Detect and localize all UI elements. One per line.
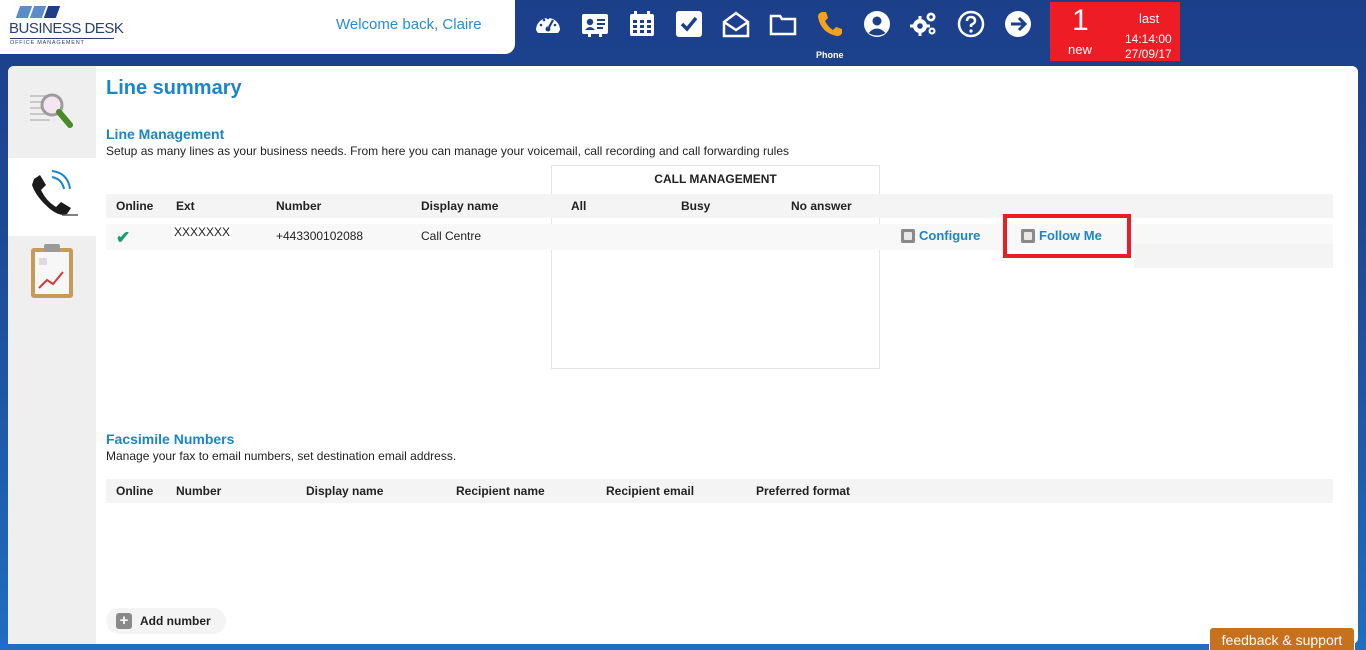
column-header: Number	[176, 484, 222, 498]
configure-label: Configure	[919, 228, 981, 243]
online-check-icon: ✔	[116, 228, 131, 247]
help-icon[interactable]	[953, 6, 989, 42]
column-header: Recipient email	[606, 484, 695, 498]
report-icon	[27, 242, 77, 305]
column-header: Online	[116, 199, 154, 213]
sidebar-item-reports[interactable]	[8, 234, 96, 312]
phone-icon	[22, 165, 82, 230]
feedback-support-button[interactable]: feedback & support	[1209, 627, 1355, 650]
notification-count-label: new	[1068, 42, 1092, 57]
line-table-header: Online Ext Number Display name All Busy …	[106, 194, 1333, 218]
column-header: Recipient name	[456, 484, 545, 498]
welcome-message: Welcome back, Claire	[336, 16, 482, 33]
configure-icon	[901, 228, 915, 243]
display-name-value: Call Centre	[421, 229, 482, 243]
follow-me-highlight	[1003, 214, 1131, 258]
logo-panel: BUSINESS DESK OFFICE MANAGEMENT Welcome …	[0, 0, 515, 54]
configure-button[interactable]: Configure	[901, 228, 980, 243]
notification-count: 1	[1072, 4, 1089, 37]
line-management-description: Setup as many lines as your business nee…	[106, 144, 790, 158]
active-nav-label: Phone	[816, 50, 844, 60]
contacts-icon[interactable]	[577, 6, 613, 42]
call-management-title: CALL MANAGEMENT	[654, 172, 777, 186]
notification-last-label: last	[1139, 11, 1160, 26]
dashboard-icon[interactable]	[530, 6, 566, 42]
mail-icon[interactable]	[718, 6, 754, 42]
notification-panel[interactable]: 1 new last 14:14:00 27/09/17	[1050, 2, 1180, 61]
logo-subtitle: OFFICE MANAGEMENT	[10, 38, 114, 46]
fax-title: Facsimile Numbers	[106, 431, 235, 447]
sidebar	[8, 66, 96, 644]
sidebar-item-phone[interactable]	[8, 158, 96, 236]
column-header: Display name	[421, 199, 499, 213]
ext-value: XXXXXXX	[172, 225, 233, 239]
search-icon	[22, 81, 82, 146]
calendar-icon[interactable]	[624, 6, 660, 42]
column-header: Preferred format	[756, 484, 851, 498]
plus-icon: +	[116, 613, 132, 629]
column-header: Number	[276, 199, 322, 213]
notification-date: 27/09/17	[1125, 47, 1172, 61]
settings-icon[interactable]	[906, 6, 942, 42]
page-title: Line summary	[106, 77, 242, 99]
add-number-button[interactable]: + Add number	[106, 608, 226, 634]
row-tail	[1134, 244, 1333, 268]
column-header: Display name	[306, 484, 384, 498]
folder-icon[interactable]	[765, 6, 801, 42]
user-icon[interactable]	[859, 6, 895, 42]
logout-icon[interactable]	[1000, 6, 1036, 42]
tasks-icon[interactable]	[671, 6, 707, 42]
column-header: All	[571, 199, 587, 213]
column-header: No answer	[791, 199, 852, 213]
logo-title: BUSINESS DESK	[9, 20, 124, 37]
line-management-title: Line Management	[106, 126, 225, 142]
fax-description: Manage your fax to email numbers, set de…	[106, 449, 457, 463]
number-value: +443300102088	[276, 229, 364, 243]
column-header: Online	[116, 484, 154, 498]
notification-time: 14:14:00	[1125, 32, 1172, 46]
sidebar-item-search[interactable]	[8, 74, 96, 152]
main-panel: Line summary Line Management Setup as ma…	[8, 66, 1358, 644]
logo: BUSINESS DESK OFFICE MANAGEMENT	[9, 5, 124, 46]
column-header: Ext	[176, 199, 195, 213]
column-header: Busy	[681, 199, 711, 213]
fax-table-header: Online Number Display name Recipient nam…	[106, 479, 1333, 503]
phone-icon[interactable]	[812, 6, 848, 42]
add-number-label: Add number	[140, 614, 211, 628]
